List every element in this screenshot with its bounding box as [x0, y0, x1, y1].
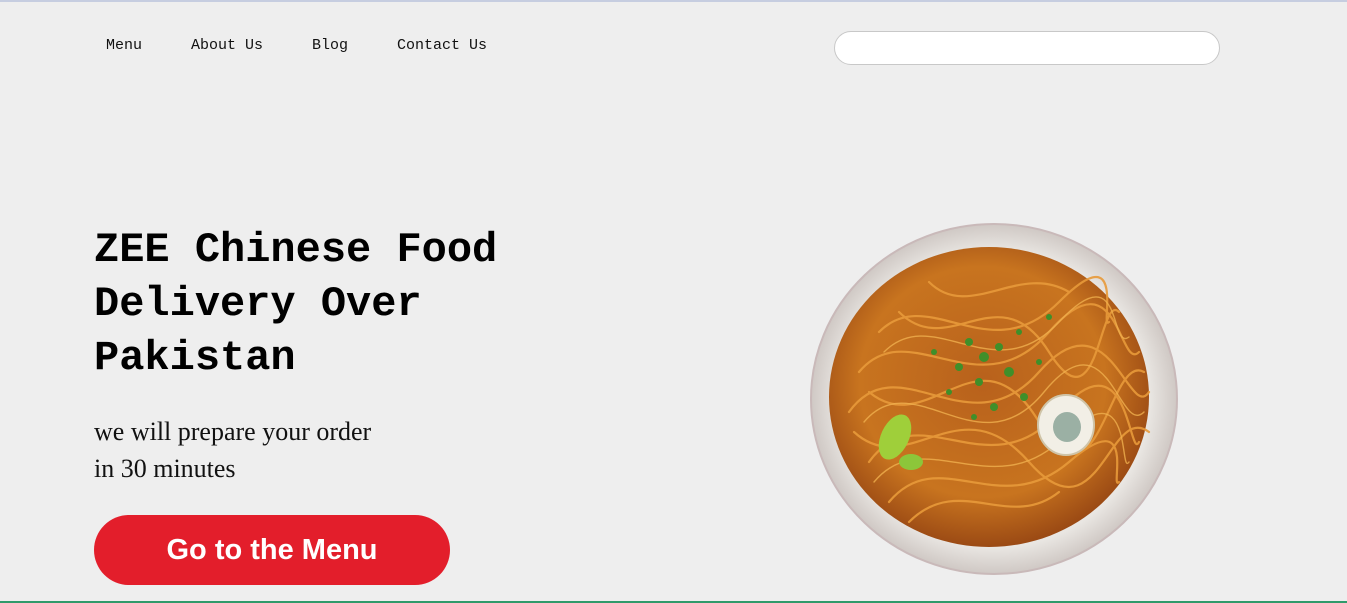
nav-blog-link[interactable]: Blog [312, 37, 348, 55]
nav-menu-link[interactable]: Menu [106, 37, 142, 55]
nav-contact-link[interactable]: Contact Us [397, 37, 487, 55]
hero-subtitle-line-2: in 30 minutes [94, 454, 236, 483]
nav-about-link[interactable]: About Us [191, 37, 263, 55]
hero-subtitle: we will prepare your order in 30 minutes [94, 413, 454, 487]
hero-title: ZEE Chinese Food Delivery Over Pakistan [94, 223, 614, 385]
hero-title-line-3: Pakistan [94, 334, 296, 382]
noodle-dish-image [810, 223, 1178, 575]
main-nav: Menu About Us Blog Contact Us [106, 37, 536, 55]
go-to-menu-button[interactable]: Go to the Menu [94, 515, 450, 585]
hero-subtitle-line-1: we will prepare your order [94, 417, 372, 446]
search-input[interactable] [834, 31, 1220, 65]
hero-title-line-2: Delivery Over [94, 280, 422, 328]
hero-title-line-1: ZEE Chinese Food [94, 226, 498, 274]
